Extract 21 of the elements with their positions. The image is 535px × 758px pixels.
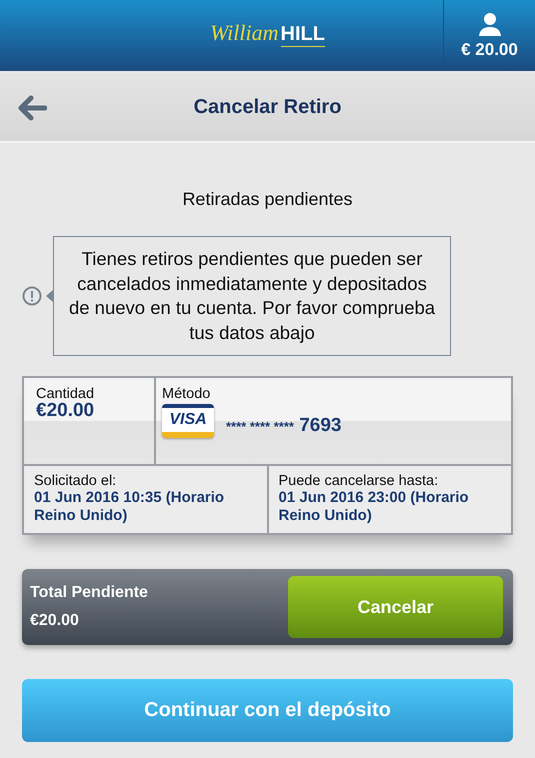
brand-logo[interactable]: WilliamHILL [210, 20, 325, 47]
field-label: Método [162, 386, 212, 402]
field-label: Puede cancelarse hasta: [278, 473, 440, 489]
card-number: **** **** **** 7693 [226, 415, 342, 437]
notice-message: Tienes retiros pendientes que pueden ser cancelados inmediatamente y depositados de nuevo en tu cuenta. Por favor comprueba tus datos abajo [53, 236, 451, 356]
cancel-deadline: 01 Jun 2016 23:00 (Horario Reino Unido) [278, 489, 470, 525]
amount-value: €20.00 [36, 402, 96, 420]
exclamation-icon [22, 286, 42, 306]
cancel-button[interactable]: Cancelar [288, 576, 503, 638]
total-amount: €20.00 [30, 612, 80, 630]
account-balance-button[interactable]: € 20.00 [443, 0, 535, 71]
card-logo: VISA [162, 404, 214, 438]
back-button[interactable] [16, 94, 48, 122]
pointer-icon [46, 290, 53, 302]
field-label: Solicitado el: [34, 473, 118, 489]
page-title: Cancelar Retiro [194, 96, 342, 118]
requested-date: 01 Jun 2016 10:35 (Horario Reino Unido) [34, 489, 226, 525]
section-title: Retiradas pendientes [181, 189, 354, 210]
field-label: Cantidad [36, 386, 96, 402]
user-icon [478, 12, 502, 36]
total-label: Total Pendiente [30, 584, 148, 602]
